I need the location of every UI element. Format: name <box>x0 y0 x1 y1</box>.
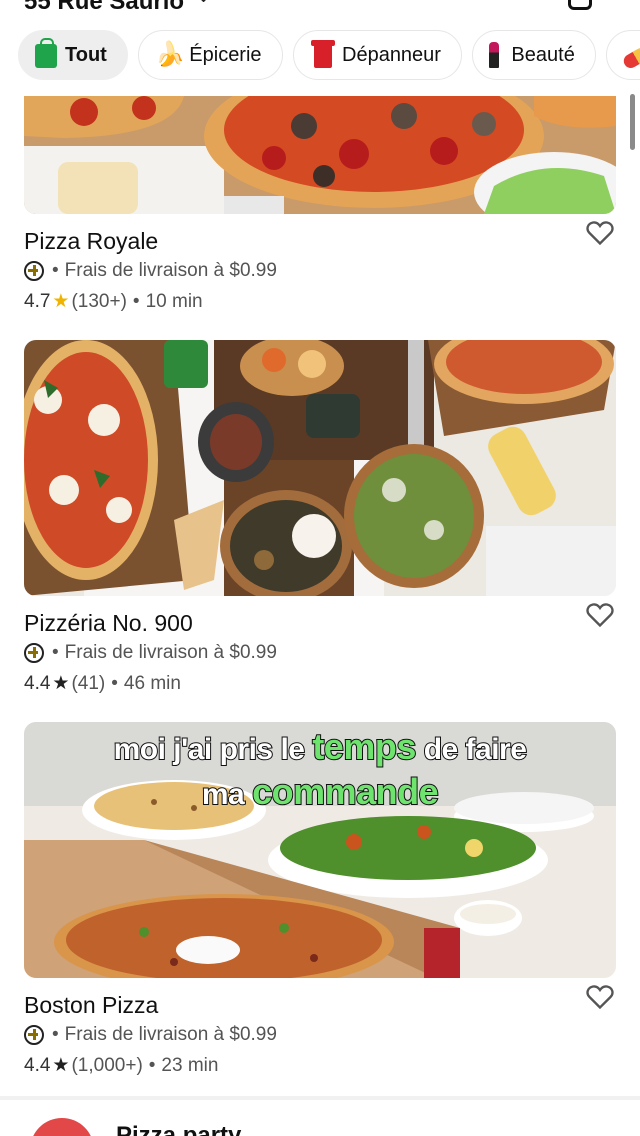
lipstick-icon <box>489 42 500 68</box>
chip-tout[interactable]: Tout <box>18 30 128 80</box>
pizza-photo <box>24 96 616 214</box>
restaurant-info: Pizza Royale • Frais de livraison à $0.9… <box>24 214 616 318</box>
promo-icon <box>24 643 44 663</box>
notification-bell-icon[interactable] <box>568 0 592 10</box>
restaurant-info: Boston Pizza • Frais de livraison à $0.9… <box>24 978 616 1082</box>
restaurant-info: Pizzéria No. 900 • Frais de livraison à … <box>24 596 616 700</box>
favorite-heart-icon[interactable] <box>586 220 614 246</box>
star-icon: ★ <box>52 673 70 694</box>
promo-icon <box>24 261 44 281</box>
scrollbar[interactable] <box>630 94 635 150</box>
caption-highlight: commande <box>251 770 440 813</box>
delivery-fee-row: • Frais de livraison à $0.99 <box>24 1024 277 1046</box>
chip-depanneur[interactable]: Dépanneur <box>293 30 462 80</box>
chip-epicerie[interactable]: 🍌 Épicerie <box>138 30 283 80</box>
section-avatar <box>30 1118 94 1136</box>
caption-highlight: temps <box>311 725 417 768</box>
chip-label: Tout <box>65 43 107 66</box>
delivery-fee-row: • Frais de livraison à $0.99 <box>24 260 277 282</box>
delivery-address[interactable]: 55 Rue Saurio <box>24 0 184 16</box>
delivery-fee: Frais de livraison à $0.99 <box>64 1024 277 1045</box>
category-chips: Tout 🍌 Épicerie Dépanneur Beauté <box>18 30 640 82</box>
restaurant-card[interactable]: Pizza Royale • Frais de livraison à $0.9… <box>24 96 616 318</box>
promo-icon <box>24 1025 44 1045</box>
shopping-bag-icon <box>35 38 57 68</box>
delivery-time: 10 min <box>145 290 203 312</box>
rating-value: 4.4 <box>24 672 51 694</box>
delivery-time: 46 min <box>123 672 181 694</box>
chip-label: Épicerie <box>189 43 262 66</box>
chip-beaute[interactable]: Beauté <box>472 30 596 80</box>
pill-icon <box>621 45 640 71</box>
food-spread-photo <box>24 340 616 596</box>
caption-text: ma <box>201 777 246 812</box>
caption-line-2: ma commande <box>24 770 616 816</box>
restaurant-image[interactable]: moi j'ai pris le temps de faire ma comma… <box>24 722 616 978</box>
star-icon: ★ <box>52 1055 70 1076</box>
separator-dot: • <box>52 642 59 663</box>
section-title: Pizza party <box>116 1122 242 1136</box>
chip-label: Beauté <box>511 43 575 66</box>
restaurant-image[interactable] <box>24 340 616 596</box>
top-bar: 55 Rue Saurio ⌄ <box>0 0 640 22</box>
restaurant-name[interactable]: Boston Pizza <box>24 992 158 1019</box>
separator-dot: • <box>132 290 140 312</box>
favorite-heart-icon[interactable] <box>586 984 614 1010</box>
review-count: (1,000+) <box>71 1054 143 1076</box>
delivery-time: 23 min <box>161 1054 219 1076</box>
chevron-down-icon[interactable]: ⌄ <box>196 0 211 7</box>
caption-line-1: moi j'ai pris le temps de faire <box>24 725 616 771</box>
rating-row: 4.4 ★ (1,000+) • 23 min <box>24 1054 218 1077</box>
favorite-heart-icon[interactable] <box>586 602 614 628</box>
restaurant-name[interactable]: Pizzéria No. 900 <box>24 610 193 637</box>
restaurant-image[interactable] <box>24 96 616 214</box>
review-count: (130+) <box>71 290 127 312</box>
next-section-row[interactable]: Pizza party <box>0 1100 640 1136</box>
rating-row: 4.7 ★ (130+) • 10 min <box>24 290 203 313</box>
separator-dot: • <box>52 1024 59 1045</box>
delivery-fee-row: • Frais de livraison à $0.99 <box>24 642 277 664</box>
rating-value: 4.7 <box>24 290 51 312</box>
banana-icon: 🍌 <box>155 41 186 68</box>
chip-pharmacy[interactable] <box>606 30 640 80</box>
separator-dot: • <box>148 1054 156 1076</box>
chip-label: Dépanneur <box>342 43 441 66</box>
separator-dot: • <box>52 260 59 281</box>
rating-value: 4.4 <box>24 1054 51 1076</box>
caption-text: de faire <box>423 732 528 767</box>
rating-row: 4.4 ★ (41) • 46 min <box>24 672 181 695</box>
separator-dot: • <box>111 672 118 694</box>
delivery-fee: Frais de livraison à $0.99 <box>64 642 277 663</box>
delivery-fee: Frais de livraison à $0.99 <box>64 260 277 281</box>
restaurant-name[interactable]: Pizza Royale <box>24 228 158 255</box>
video-caption-overlay: moi j'ai pris le temps de faire ma comma… <box>24 722 616 816</box>
star-icon: ★ <box>52 291 70 312</box>
caption-text: moi j'ai pris le <box>113 732 306 767</box>
review-count: (41) <box>71 672 106 694</box>
restaurant-card[interactable]: moi j'ai pris le temps de faire ma comma… <box>24 722 616 1082</box>
restaurant-card[interactable]: Pizzéria No. 900 • Frais de livraison à … <box>24 340 616 700</box>
drink-cup-icon <box>311 39 335 68</box>
